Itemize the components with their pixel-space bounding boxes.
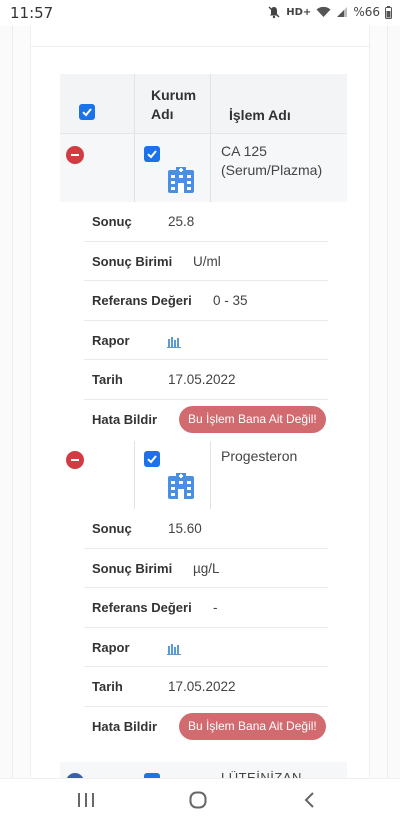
column-header-kurum-line1: Kurum — [151, 87, 197, 103]
tarih-value: 17.05.2022 — [168, 372, 236, 387]
detail-row-referans: Referans Değeri - — [60, 588, 347, 628]
detail-row-hata: Hata Bildir Bu İşlem Bana Ait Değil! — [60, 400, 347, 440]
collapse-row-button[interactable] — [66, 146, 84, 164]
sonuc-label: Sonuç — [92, 214, 132, 229]
referans-value: - — [213, 600, 218, 615]
birim-value: U/ml — [193, 253, 221, 269]
tarih-label: Tarih — [92, 679, 123, 694]
referans-label: Referans Değeri — [92, 600, 192, 615]
home-icon[interactable] — [189, 791, 207, 814]
bar-chart-icon[interactable] — [167, 642, 181, 660]
islem-name-line1: Progesteron — [221, 448, 298, 464]
islem-name: Progesteron — [221, 447, 297, 466]
collapse-row-button[interactable] — [66, 451, 84, 469]
status-icons: HD+ %66 — [267, 5, 392, 19]
detail-row-tarih: Tarih 17.05.2022 — [60, 667, 347, 707]
column-header-kurum[interactable]: Kurum Adı — [151, 86, 196, 124]
battery-icon — [385, 5, 392, 19]
detail-row-sonuc: Sonuç 15.60 — [60, 509, 347, 549]
battery-text: %66 — [353, 5, 380, 19]
results-table: Kurum Adı İşlem Adı CA 125 (Serum/Plazma… — [60, 74, 347, 746]
mute-icon — [267, 5, 281, 19]
detail-row-rapor: Rapor — [60, 628, 347, 667]
report-error-button[interactable]: Bu İşlem Bana Ait Değil! — [179, 712, 326, 740]
column-header-kurum-line2: Adı — [151, 106, 174, 122]
table-row: CA 125 (Serum/Plazma) — [60, 134, 347, 202]
back-icon[interactable] — [303, 791, 315, 814]
table-header: Kurum Adı İşlem Adı — [60, 74, 347, 134]
sonuc-value: 15.60 — [168, 521, 202, 536]
sonuc-label: Sonuç — [92, 521, 132, 536]
detail-row-tarih: Tarih 17.05.2022 — [60, 360, 347, 400]
rapor-label: Rapor — [92, 639, 130, 655]
hata-label: Hata Bildir — [92, 411, 158, 427]
hata-label: Hata Bildir — [92, 718, 158, 734]
sonuc-value: 25.8 — [168, 214, 195, 229]
birim-value: µg/L — [193, 560, 220, 576]
hospital-icon — [167, 472, 195, 505]
detail-row-sonuc: Sonuç 25.8 — [60, 202, 347, 242]
detail-row-rapor: Rapor — [60, 321, 347, 360]
detail-row-birim: Sonuç Birimi µg/L — [60, 549, 347, 588]
islem-name-line1: CA 125 — [221, 143, 267, 159]
table-row: Progesteron — [60, 441, 347, 509]
bar-chart-icon[interactable] — [167, 335, 181, 353]
islem-name: CA 125 (Serum/Plazma) — [221, 142, 322, 180]
report-error-button[interactable]: Bu İşlem Bana Ait Değil! — [179, 405, 326, 433]
birim-label: Sonuç Birimi — [92, 253, 173, 269]
select-all-checkbox[interactable] — [79, 104, 95, 120]
signal-icon — [336, 6, 348, 18]
detail-row-hata: Hata Bildir Bu İşlem Bana Ait Değil! — [60, 707, 347, 747]
tarih-value: 17.05.2022 — [168, 679, 236, 694]
wifi-icon — [316, 6, 331, 18]
column-header-islem[interactable]: İşlem Adı — [229, 106, 291, 125]
row-checkbox[interactable] — [144, 146, 160, 162]
tarih-label: Tarih — [92, 372, 123, 387]
network-type: HD+ — [286, 6, 312, 18]
recent-apps-icon[interactable] — [77, 792, 95, 813]
islem-name-line2: (Serum/Plazma) — [221, 162, 323, 178]
status-time: 11:57 — [10, 4, 54, 22]
detail-row-birim: Sonuç Birimi U/ml — [60, 242, 347, 281]
system-nav-bar — [0, 778, 400, 822]
rapor-label: Rapor — [92, 332, 130, 348]
hospital-icon — [167, 166, 195, 199]
referans-value: 0 - 35 — [213, 293, 248, 308]
referans-label: Referans Değeri — [92, 293, 192, 308]
row-checkbox[interactable] — [144, 451, 160, 467]
detail-row-referans: Referans Değeri 0 - 35 — [60, 281, 347, 321]
status-bar: 11:57 HD+ %66 — [0, 0, 400, 26]
birim-label: Sonuç Birimi — [92, 560, 173, 576]
